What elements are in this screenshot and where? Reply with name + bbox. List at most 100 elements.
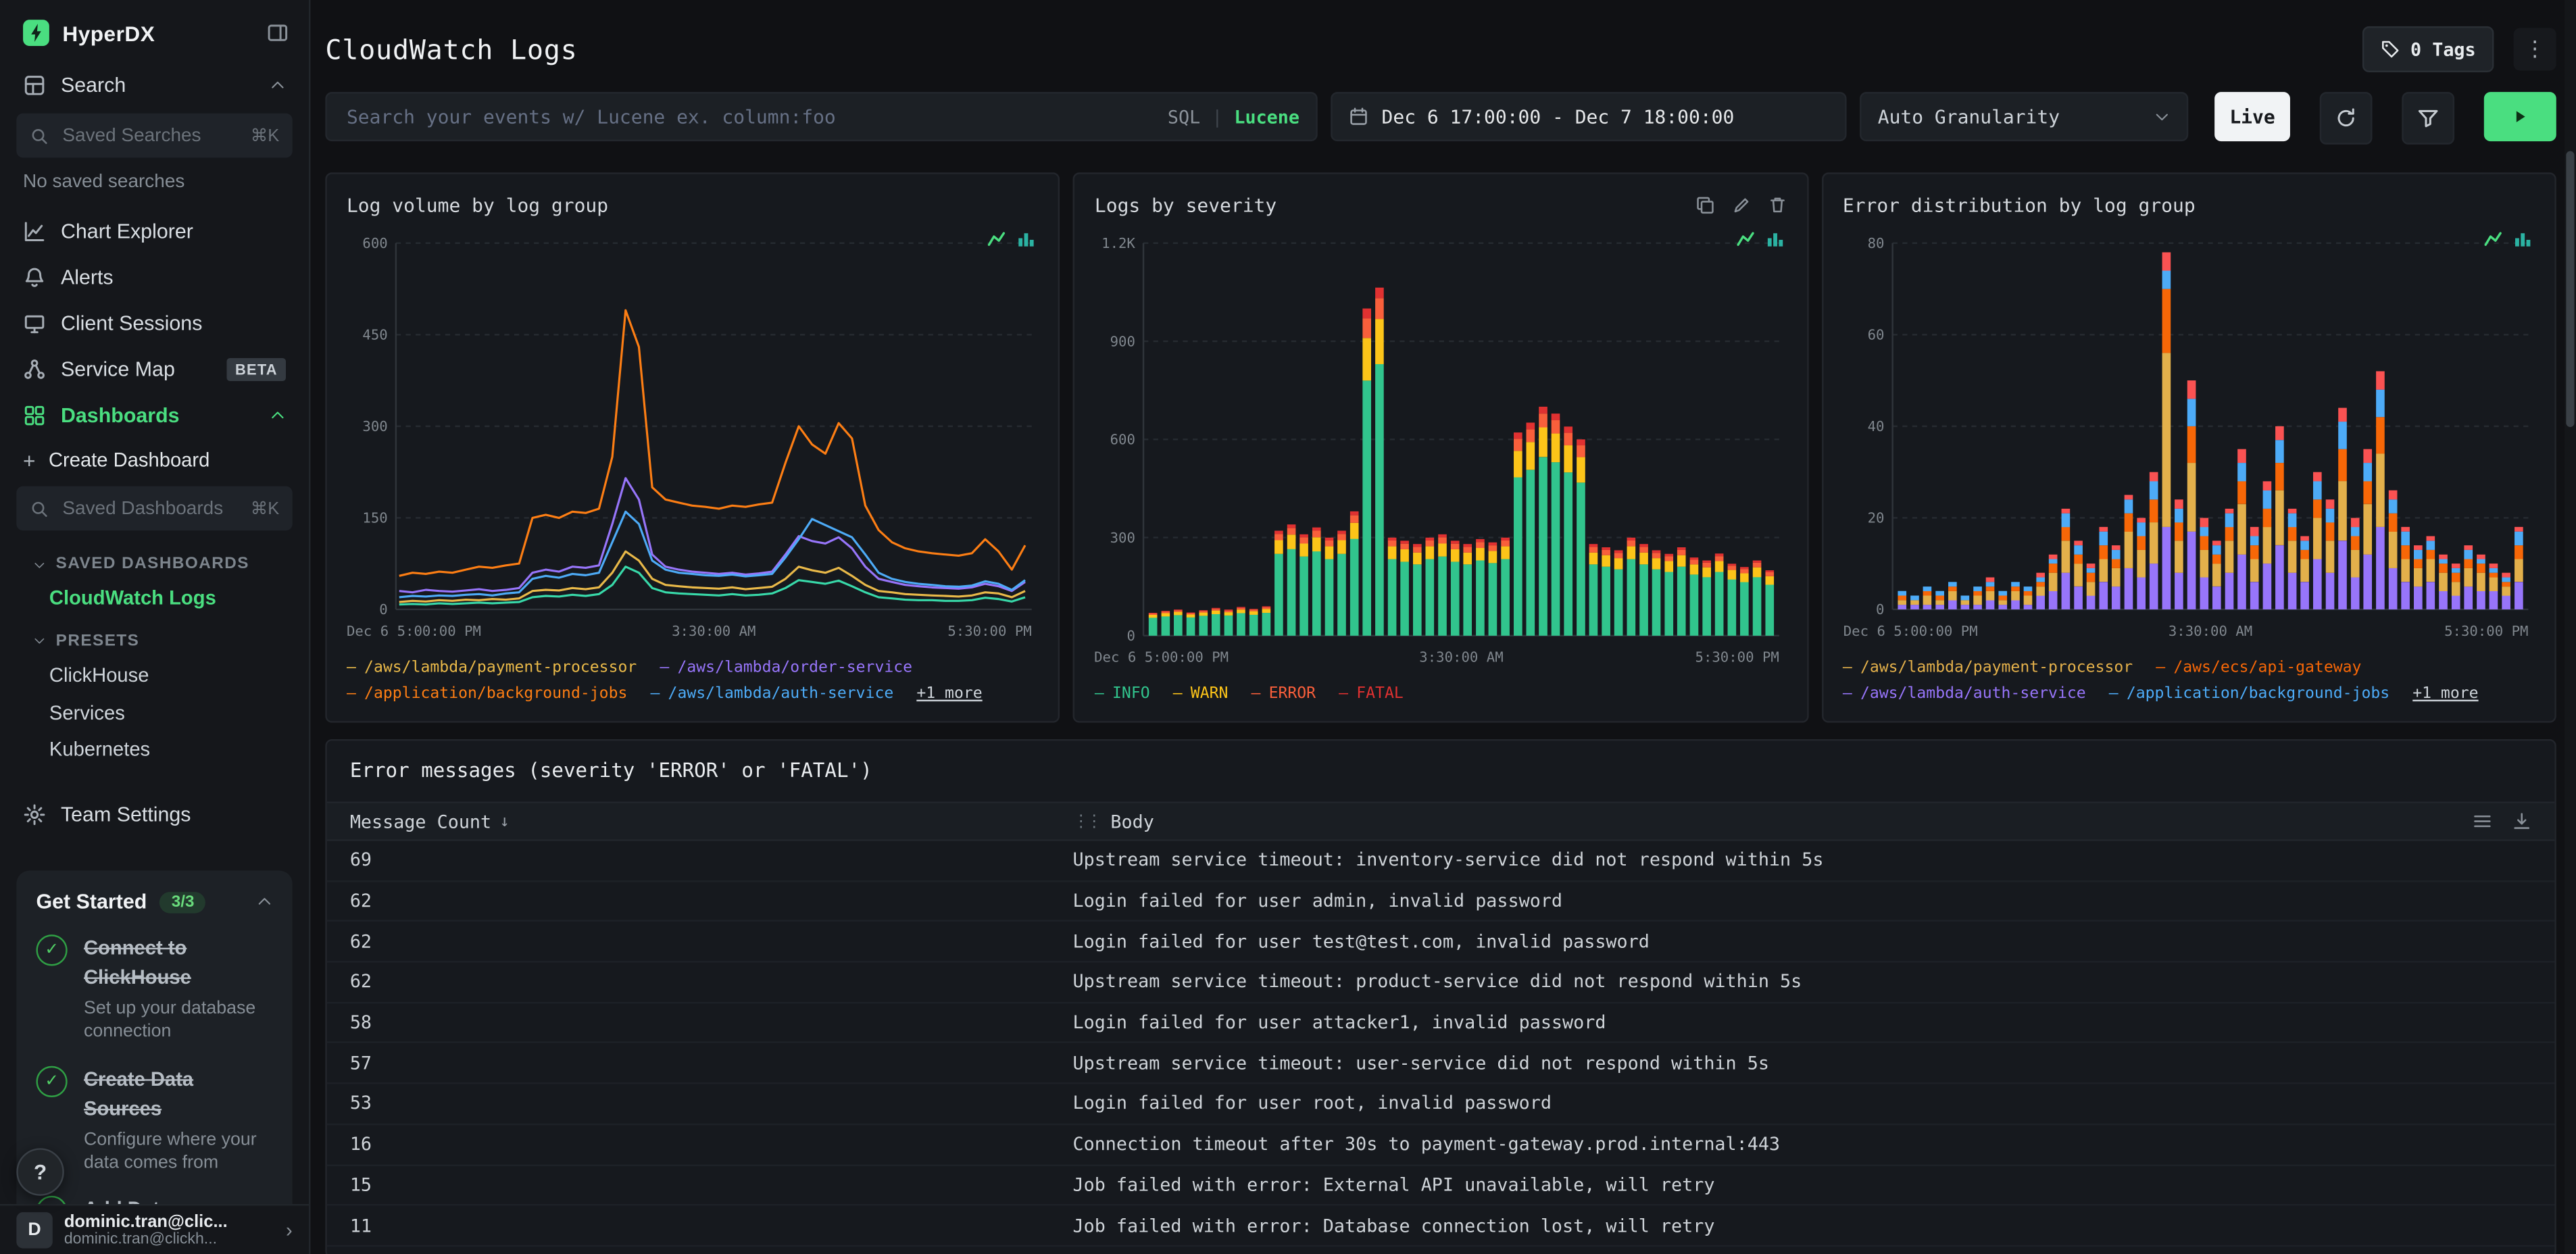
lucene-mode-toggle[interactable]: Lucene [1234,106,1299,128]
plot-area[interactable]: 0 300 600 900 1.2K Dec 6 5:00:00 PM 3:30:00 AM… [1095,224,1787,675]
live-button[interactable]: Live [2214,92,2290,142]
sidebar-item-search[interactable]: Search [0,62,309,108]
get-started-item[interactable]: ✓ Create Data Sources Configure where yo… [36,1064,272,1175]
column-label: Body [1110,810,1154,832]
legend-more[interactable]: +1 more [2412,684,2478,705]
chart-title: Log volume by log group [346,193,609,217]
sidebar-item-dashboards[interactable]: Dashboards [0,393,309,438]
table-header: Message Count ↓ ⋮⋮ Body [326,801,2555,841]
sidebar-item-cloudwatch-logs[interactable]: CloudWatch Logs [0,580,309,617]
chevron-down-icon [33,634,46,647]
line-chart-toggle-icon[interactable] [988,230,1006,248]
column-message-count[interactable]: Message Count ↓ [350,811,1073,832]
legend-item[interactable]: — WARN [1173,684,1229,705]
user-menu[interactable]: D dominic.tran@clic... dominic.tran@clic… [0,1203,309,1254]
granularity-select[interactable]: Auto Granularity [1860,92,2189,142]
gear-icon [23,803,46,826]
sidebar-item-kubernetes[interactable]: Kubernetes [0,732,309,769]
sql-mode-toggle[interactable]: SQL [1168,106,1200,128]
sidebar-item-client-sessions[interactable]: Client Sessions [0,301,309,347]
svg-text:80: 80 [1867,235,1884,251]
refresh-button[interactable] [2319,92,2373,145]
get-started-item[interactable]: ✓ Connect to ClickHouse Set up your data… [36,933,272,1044]
scrollbar-thumb[interactable] [2566,151,2575,428]
get-started-item-title: Connect to ClickHouse [83,936,191,989]
legend-item[interactable]: —/aws/lambda/payment-processor [347,659,637,680]
svg-text:450: 450 [362,327,387,343]
bar-chart-toggle-icon[interactable] [1766,230,1784,248]
saved-dashboards-section[interactable]: SAVED DASHBOARDS [0,541,309,580]
legend-item[interactable]: —/application/background-jobs [2109,684,2389,705]
table-row[interactable]: 16 Connection timeout after 30s to paymen… [326,1125,2555,1165]
legend-more[interactable]: +1 more [916,684,982,705]
bar-chart-toggle-icon[interactable] [2514,230,2532,248]
legend-item[interactable]: —/aws/lambda/auth-service [650,684,893,705]
table-row[interactable]: 62 Upstream service timeout: product-serv… [326,963,2555,1003]
sidebar-item-chart-explorer[interactable]: Chart Explorer [0,209,309,255]
drag-handle-icon: ⋮⋮ [1072,812,1103,830]
pencil-icon[interactable] [1731,195,1751,215]
chart-legend: —/aws/lambda/payment-processor —/aws/lamb… [347,649,1039,705]
svg-text:0: 0 [379,601,387,618]
legend-item[interactable]: —/aws/lambda/auth-service [1843,684,2086,705]
filter-button[interactable] [2402,92,2455,145]
copy-icon[interactable] [1695,195,1714,215]
saved-dashboards-input[interactable]: ⌘K [16,486,293,531]
legend-item[interactable]: — INFO [1095,684,1150,705]
line-chart-toggle-icon[interactable] [1736,230,1754,248]
collapse-sidebar-icon[interactable] [266,22,289,45]
presets-section[interactable]: PRESETS [0,618,309,657]
saved-dashboards-field[interactable] [59,497,241,520]
line-chart-toggle-icon[interactable] [2484,230,2502,248]
svg-text:Dec 6 5:00:00 PM: Dec 6 5:00:00 PM [347,623,481,639]
get-started-header[interactable]: Get Started 3/3 [36,891,272,913]
legend-item[interactable]: —/aws/ecs/api-gateway [2156,659,2361,680]
svg-text:300: 300 [362,418,387,434]
table-row[interactable]: 58 Login failed for user attacker1, inval… [326,1003,2555,1044]
trash-icon[interactable] [1767,195,1787,215]
page-header: CloudWatch Logs 0 Tags ⋮ [325,23,2556,76]
service-map-icon [23,358,46,381]
page-scrollbar[interactable] [2564,0,2576,1254]
legend-item[interactable]: —/aws/lambda/order-service [660,659,912,680]
saved-searches-input[interactable]: ⌘K [16,113,293,158]
sidebar-item-services[interactable]: Services [0,694,309,731]
download-icon[interactable] [2512,811,2531,831]
sidebar-item-service-map[interactable]: Service Map BETA [0,347,309,393]
legend-item[interactable]: — ERROR [1251,684,1316,705]
table-row[interactable]: 15 Job failed with error: External API un… [326,1165,2555,1206]
time-range-picker[interactable]: Dec 6 17:00:00 - Dec 7 18:00:00 [1331,92,1847,142]
brand-name: HyperDX [62,20,155,45]
legend-item[interactable]: —/application/background-jobs [347,684,627,705]
dashboards-grid-icon [23,404,46,427]
table-row[interactable]: 57 Upstream service timeout: user-service… [326,1044,2555,1084]
svg-text:600: 600 [1110,432,1135,448]
table-row[interactable]: 11 Job failed with error: Database connec… [326,1206,2555,1247]
columns-icon[interactable] [2473,811,2492,831]
check-icon: ✓ [36,1065,68,1097]
legend-item[interactable]: —/aws/lambda/payment-processor [1843,659,2133,680]
column-body[interactable]: ⋮⋮ Body [1073,811,2453,832]
plot-area[interactable]: 0 150 300 450 600 Dec 6 5:00:00 PM 3:30:00 AM 5… [347,224,1039,649]
run-query-button[interactable] [2483,92,2556,142]
table-row[interactable]: 62 Login failed for user admin, invalid p… [326,882,2555,922]
table-row[interactable]: 53 Login failed for user root, invalid pa… [326,1084,2555,1125]
legend-item[interactable]: — FATAL [1339,684,1404,705]
table-row[interactable]: 62 Login failed for user test@test.com, i… [326,922,2555,963]
shortcut-hint: ⌘K [250,498,280,519]
chevron-right-icon: › [286,1218,293,1242]
sidebar-item-alerts[interactable]: Alerts [0,255,309,301]
svg-text:0: 0 [1127,628,1135,644]
help-button[interactable]: ? [16,1148,64,1196]
sidebar-item-team-settings[interactable]: Team Settings [0,792,309,838]
event-search-input[interactable] [343,103,1155,130]
bar-chart-toggle-icon[interactable] [1018,230,1036,248]
page-menu-button[interactable]: ⋮ [2513,28,2556,71]
svg-text:Dec 6 5:00:00 PM: Dec 6 5:00:00 PM [1843,623,1977,639]
plot-area[interactable]: 0 20 40 60 80 Dec 6 5:00:00 PM 3:30:00 AM 5:30:… [1843,224,2535,649]
saved-searches-field[interactable] [59,124,241,147]
tags-button[interactable]: 0 Tags [2362,26,2494,72]
table-row[interactable]: 69 Upstream service timeout: inventory-se… [326,841,2555,882]
create-dashboard-button[interactable]: + Create Dashboard [0,438,309,481]
sidebar-item-clickhouse[interactable]: ClickHouse [0,657,309,694]
